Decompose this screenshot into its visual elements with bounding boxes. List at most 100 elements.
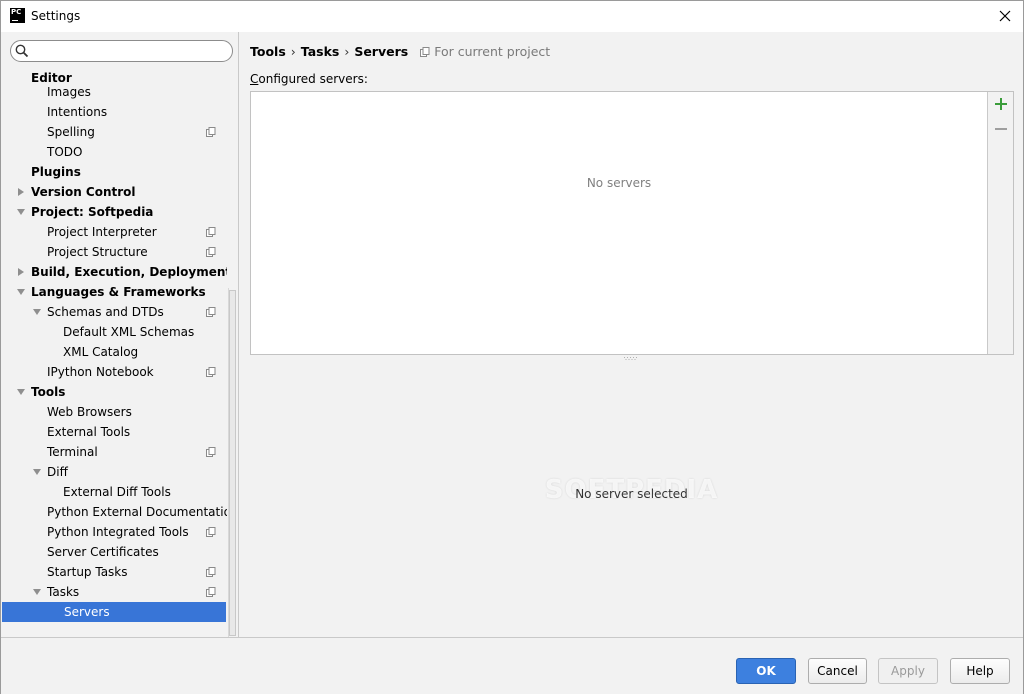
tree-item-tasks[interactable]: Tasks xyxy=(1,582,226,602)
tree-item-label: Tools xyxy=(31,385,66,399)
servers-toolbar xyxy=(987,92,1013,354)
expanded-arrow-icon[interactable] xyxy=(17,288,25,296)
tree-item-languages-frameworks[interactable]: Languages & Frameworks xyxy=(1,282,226,302)
help-button[interactable]: Help xyxy=(950,658,1010,684)
tree-item-label: Startup Tasks xyxy=(47,565,128,579)
pycharm-app-icon: PC xyxy=(10,8,25,23)
tree-item-server-certificates[interactable]: Server Certificates xyxy=(1,542,226,562)
tree-item-label: Editor xyxy=(31,72,72,85)
remove-server-button[interactable] xyxy=(993,121,1009,137)
tree-item-python-external-documentation[interactable]: Python External Documentation xyxy=(1,502,227,522)
tree-item-editor[interactable]: Editor xyxy=(1,72,226,86)
copy-project-icon xyxy=(206,367,216,377)
breadcrumb: Tools › Tasks › Servers For current project xyxy=(250,44,550,59)
settings-window: PC Settings EmmetEditorImagesIntentionsS… xyxy=(0,0,1024,694)
title-bar: PC Settings xyxy=(1,1,1023,32)
tree-item-python-integrated-tools[interactable]: Python Integrated Tools xyxy=(1,522,226,542)
tree-item-default-xml-schemas[interactable]: Default XML Schemas xyxy=(1,322,226,342)
cancel-button[interactable]: Cancel xyxy=(808,658,867,684)
tree-item-label: Diff xyxy=(47,465,68,479)
tree-item-label: XML Catalog xyxy=(63,345,139,359)
settings-sidebar: EmmetEditorImagesIntentionsSpellingTODOP… xyxy=(1,32,239,638)
breadcrumb-separator: › xyxy=(344,44,350,59)
tree-item-label: Default XML Schemas xyxy=(63,325,195,339)
collapsed-arrow-icon[interactable] xyxy=(17,268,25,276)
tree-item-label: Python External Documentation xyxy=(47,505,227,519)
copy-project-icon xyxy=(206,587,216,597)
tree-item-project-interpreter[interactable]: Project Interpreter xyxy=(1,222,226,242)
tree-item-label: Project Structure xyxy=(47,245,148,259)
tree-item-project-softpedia[interactable]: Project: Softpedia xyxy=(1,202,226,222)
tree-item-label: Web Browsers xyxy=(47,405,132,419)
minus-icon xyxy=(995,128,1007,130)
collapsed-arrow-icon[interactable] xyxy=(17,188,25,196)
tree-item-label: Version Control xyxy=(31,185,136,199)
settings-content: Tools › Tasks › Servers For current project … xyxy=(240,32,1023,637)
servers-list[interactable]: No servers xyxy=(251,92,987,354)
tree-item-label: Intentions xyxy=(47,105,108,119)
tree-item-label: External Diff Tools xyxy=(63,485,171,499)
tree-item-startup-tasks[interactable]: Startup Tasks xyxy=(1,562,226,582)
copy-project-icon xyxy=(206,307,216,317)
tree-item-build-execution-deployment[interactable]: Build, Execution, Deployment xyxy=(1,262,227,282)
tree-item-tools[interactable]: Tools xyxy=(1,382,226,402)
expanded-arrow-icon[interactable] xyxy=(17,388,25,396)
search-icon xyxy=(15,44,29,58)
copy-project-icon xyxy=(420,47,430,57)
tree-item-plugins[interactable]: Plugins xyxy=(1,162,226,182)
copy-project-icon xyxy=(206,527,216,537)
copy-project-icon xyxy=(206,127,216,137)
tree-item-label: Project Interpreter xyxy=(47,225,157,239)
tree-item-label: Project: Softpedia xyxy=(31,205,154,219)
tree-item-external-tools[interactable]: External Tools xyxy=(1,422,226,442)
tree-item-label: TODO xyxy=(47,145,83,159)
close-window-button[interactable] xyxy=(991,3,1019,29)
tree-item-label: Plugins xyxy=(31,165,81,179)
window-title: Settings xyxy=(31,9,81,23)
tree-item-terminal[interactable]: Terminal xyxy=(1,442,226,462)
breadcrumb-item-servers: Servers xyxy=(354,44,409,59)
expanded-arrow-icon[interactable] xyxy=(33,468,41,476)
tree-item-label: IPython Notebook xyxy=(47,365,154,379)
expanded-arrow-icon[interactable] xyxy=(17,208,25,216)
tree-item-schemas-and-dtds[interactable]: Schemas and DTDs xyxy=(1,302,226,322)
tree-item-diff[interactable]: Diff xyxy=(1,462,226,482)
splitter-handle[interactable] xyxy=(623,357,639,361)
tree-item-servers[interactable]: Servers xyxy=(2,602,226,622)
add-server-button[interactable] xyxy=(993,96,1009,112)
copy-project-icon xyxy=(206,567,216,577)
tree-item-web-browsers[interactable]: Web Browsers xyxy=(1,402,226,422)
tree-item-spelling[interactable]: Spelling xyxy=(1,122,226,142)
tree-item-label: Server Certificates xyxy=(47,545,159,559)
expanded-arrow-icon[interactable] xyxy=(33,588,41,596)
apply-button[interactable]: Apply xyxy=(878,658,938,684)
configured-servers-label: Configured servers: xyxy=(250,72,368,86)
search-input[interactable] xyxy=(33,43,223,59)
ok-button[interactable]: OK xyxy=(736,658,796,684)
dialog-buttons-bar: OK Cancel Apply Help xyxy=(1,637,1023,694)
tree-item-label: Tasks xyxy=(47,585,80,599)
sidebar-scrollbar-thumb[interactable] xyxy=(229,290,236,636)
empty-servers-text: No servers xyxy=(586,176,652,190)
no-server-selected-text: No server selected xyxy=(575,487,688,501)
tree-item-label: Build, Execution, Deployment xyxy=(31,265,227,279)
breadcrumb-item-tasks: Tasks xyxy=(300,44,340,59)
tree-item-label: Languages & Frameworks xyxy=(31,285,206,299)
tree-item-xml-catalog[interactable]: XML Catalog xyxy=(1,342,226,362)
close-icon xyxy=(999,10,1011,22)
copy-project-icon xyxy=(206,447,216,457)
tree-item-todo[interactable]: TODO xyxy=(1,142,226,162)
settings-search[interactable] xyxy=(10,40,233,62)
tree-item-label: External Tools xyxy=(47,425,131,439)
tree-item-external-diff-tools[interactable]: External Diff Tools xyxy=(1,482,226,502)
tree-item-project-structure[interactable]: Project Structure xyxy=(1,242,226,262)
expanded-arrow-icon[interactable] xyxy=(33,308,41,316)
tree-item-version-control[interactable]: Version Control xyxy=(1,182,226,202)
tree-item-label: Terminal xyxy=(47,445,98,459)
tree-item-label: Schemas and DTDs xyxy=(47,305,164,319)
tree-item-intentions[interactable]: Intentions xyxy=(1,102,226,122)
breadcrumb-item-tools: Tools xyxy=(250,44,286,59)
tree-item-ipython-notebook[interactable]: IPython Notebook xyxy=(1,362,226,382)
project-scope-hint: For current project xyxy=(420,44,550,59)
tree-item-label: Servers xyxy=(64,605,110,619)
